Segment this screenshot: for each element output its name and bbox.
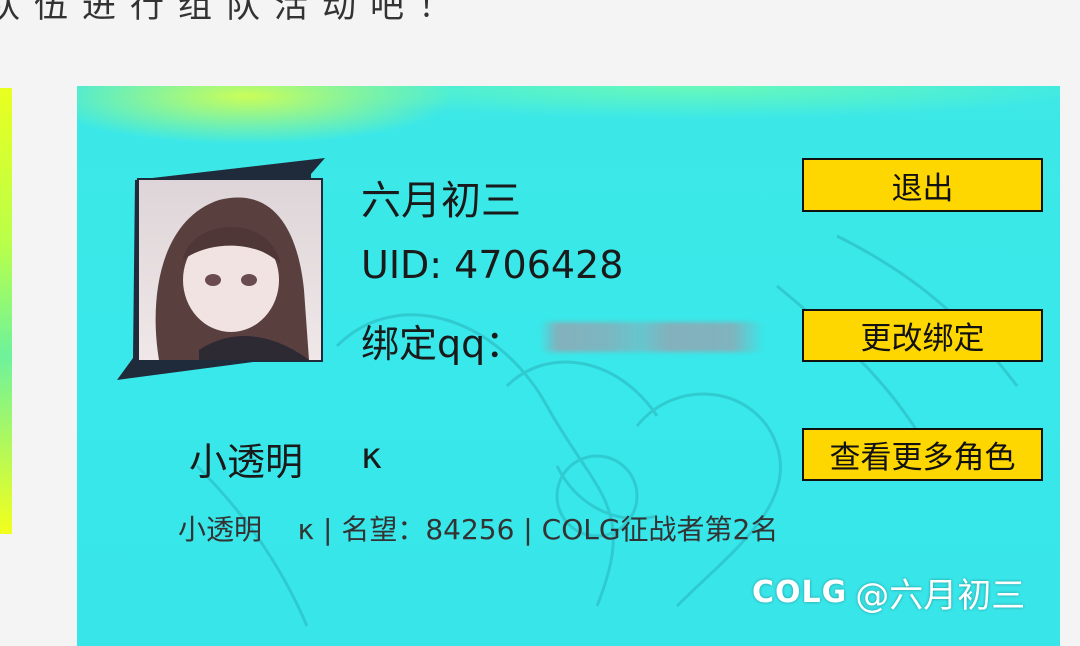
logout-button[interactable]: 退出	[802, 158, 1043, 212]
uid-text: UID: 4706428	[361, 243, 624, 287]
more-roles-button[interactable]: 查看更多角色	[802, 428, 1043, 481]
character-info-line: 小透明 κ | 名望：84256 | COLG征战者第2名	[178, 513, 779, 546]
bind-qq-label: 绑定qq：	[361, 322, 524, 366]
blurred-qq-number	[540, 322, 764, 352]
colg-logo: COLG	[752, 575, 848, 610]
watermark: COLG @六月初三	[752, 568, 1025, 617]
adjacent-card-edge	[0, 88, 12, 534]
avatar[interactable]	[137, 178, 323, 362]
header-partial-text: 队伍进行组队活动吧！	[0, 0, 466, 26]
character-name: 小透明	[189, 440, 304, 484]
username: 六月初三	[361, 178, 521, 224]
watermark-handle: @六月初三	[855, 576, 1026, 616]
change-bind-button[interactable]: 更改绑定	[802, 309, 1043, 362]
profile-card: 六月初三 UID: 4706428 绑定qq： 退出 更改绑定 查看更多角色 小…	[77, 86, 1060, 646]
character-suffix: κ	[361, 436, 383, 477]
